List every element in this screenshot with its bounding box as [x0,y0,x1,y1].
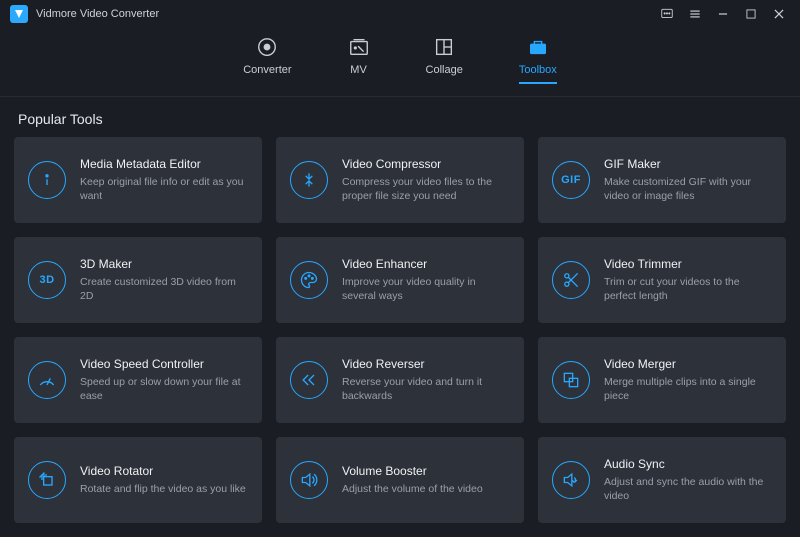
mv-icon [348,36,370,58]
maximize-icon[interactable] [744,7,758,21]
tool-title: Audio Sync [604,457,772,471]
tool-title: Video Enhancer [342,257,510,271]
tools-grid: Media Metadata Editor Keep original file… [0,137,800,537]
feedback-icon[interactable] [660,7,674,21]
tool-desc: Make customized GIF with your video or i… [604,175,772,203]
app-logo-icon [10,5,28,23]
titlebar: Vidmore Video Converter [0,0,800,28]
tool-3d-maker[interactable]: 3D 3D Maker Create customized 3D video f… [14,237,262,323]
tool-video-trimmer[interactable]: Video Trimmer Trim or cut your videos to… [538,237,786,323]
tool-volume-booster[interactable]: Volume Booster Adjust the volume of the … [276,437,524,523]
tool-title: Video Merger [604,357,772,371]
tab-converter[interactable]: Converter [243,36,291,84]
scissors-icon [552,261,590,299]
tool-title: Video Trimmer [604,257,772,271]
tool-media-metadata-editor[interactable]: Media Metadata Editor Keep original file… [14,137,262,223]
tool-desc: Compress your video files to the proper … [342,175,510,203]
app-title: Vidmore Video Converter [36,8,159,20]
close-icon[interactable] [772,7,786,21]
palette-icon [290,261,328,299]
tool-title: Video Compressor [342,157,510,171]
reverse-icon [290,361,328,399]
tool-title: 3D Maker [80,257,248,271]
gif-icon: GIF [552,161,590,199]
converter-icon [256,36,278,58]
info-icon [28,161,66,199]
menu-icon[interactable] [688,7,702,21]
rotate-icon [28,461,66,499]
speed-icon [28,361,66,399]
tool-desc: Improve your video quality in several wa… [342,275,510,303]
tool-title: Volume Booster [342,464,510,478]
volume-icon [290,461,328,499]
tool-desc: Trim or cut your videos to the perfect l… [604,275,772,303]
tool-video-speed-controller[interactable]: Video Speed Controller Speed up or slow … [14,337,262,423]
tab-label: Collage [426,64,463,76]
tool-audio-sync[interactable]: Audio Sync Adjust and sync the audio wit… [538,437,786,523]
toolbox-icon [527,36,549,58]
tool-video-compressor[interactable]: Video Compressor Compress your video fil… [276,137,524,223]
tool-desc: Adjust and sync the audio with the video [604,475,772,503]
window-controls [660,7,790,21]
tool-desc: Speed up or slow down your file at ease [80,375,248,403]
tool-desc: Rotate and flip the video as you like [80,482,248,496]
tool-title: Media Metadata Editor [80,157,248,171]
tab-mv[interactable]: MV [348,36,370,84]
merge-icon [552,361,590,399]
tool-title: Video Speed Controller [80,357,248,371]
tool-desc: Merge multiple clips into a single piece [604,375,772,403]
sync-icon [552,461,590,499]
tool-video-reverser[interactable]: Video Reverser Reverse your video and tu… [276,337,524,423]
section-title: Popular Tools [0,97,800,137]
tool-video-merger[interactable]: Video Merger Merge multiple clips into a… [538,337,786,423]
3d-icon: 3D [28,261,66,299]
tool-video-rotator[interactable]: Video Rotator Rotate and flip the video … [14,437,262,523]
tab-collage[interactable]: Collage [426,36,463,84]
tab-toolbox[interactable]: Toolbox [519,36,557,84]
tool-gif-maker[interactable]: GIF GIF Maker Make customized GIF with y… [538,137,786,223]
tab-label: Toolbox [519,64,557,76]
tool-title: Video Reverser [342,357,510,371]
tool-title: GIF Maker [604,157,772,171]
collage-icon [433,36,455,58]
tab-label: MV [350,64,367,76]
minimize-icon[interactable] [716,7,730,21]
tool-video-enhancer[interactable]: Video Enhancer Improve your video qualit… [276,237,524,323]
tab-label: Converter [243,64,291,76]
compress-icon [290,161,328,199]
main-tabs: Converter MV Collage Toolbox [0,28,800,97]
tool-desc: Create customized 3D video from 2D [80,275,248,303]
tool-title: Video Rotator [80,464,248,478]
tool-desc: Reverse your video and turn it backwards [342,375,510,403]
tool-desc: Adjust the volume of the video [342,482,510,496]
tool-desc: Keep original file info or edit as you w… [80,175,248,203]
